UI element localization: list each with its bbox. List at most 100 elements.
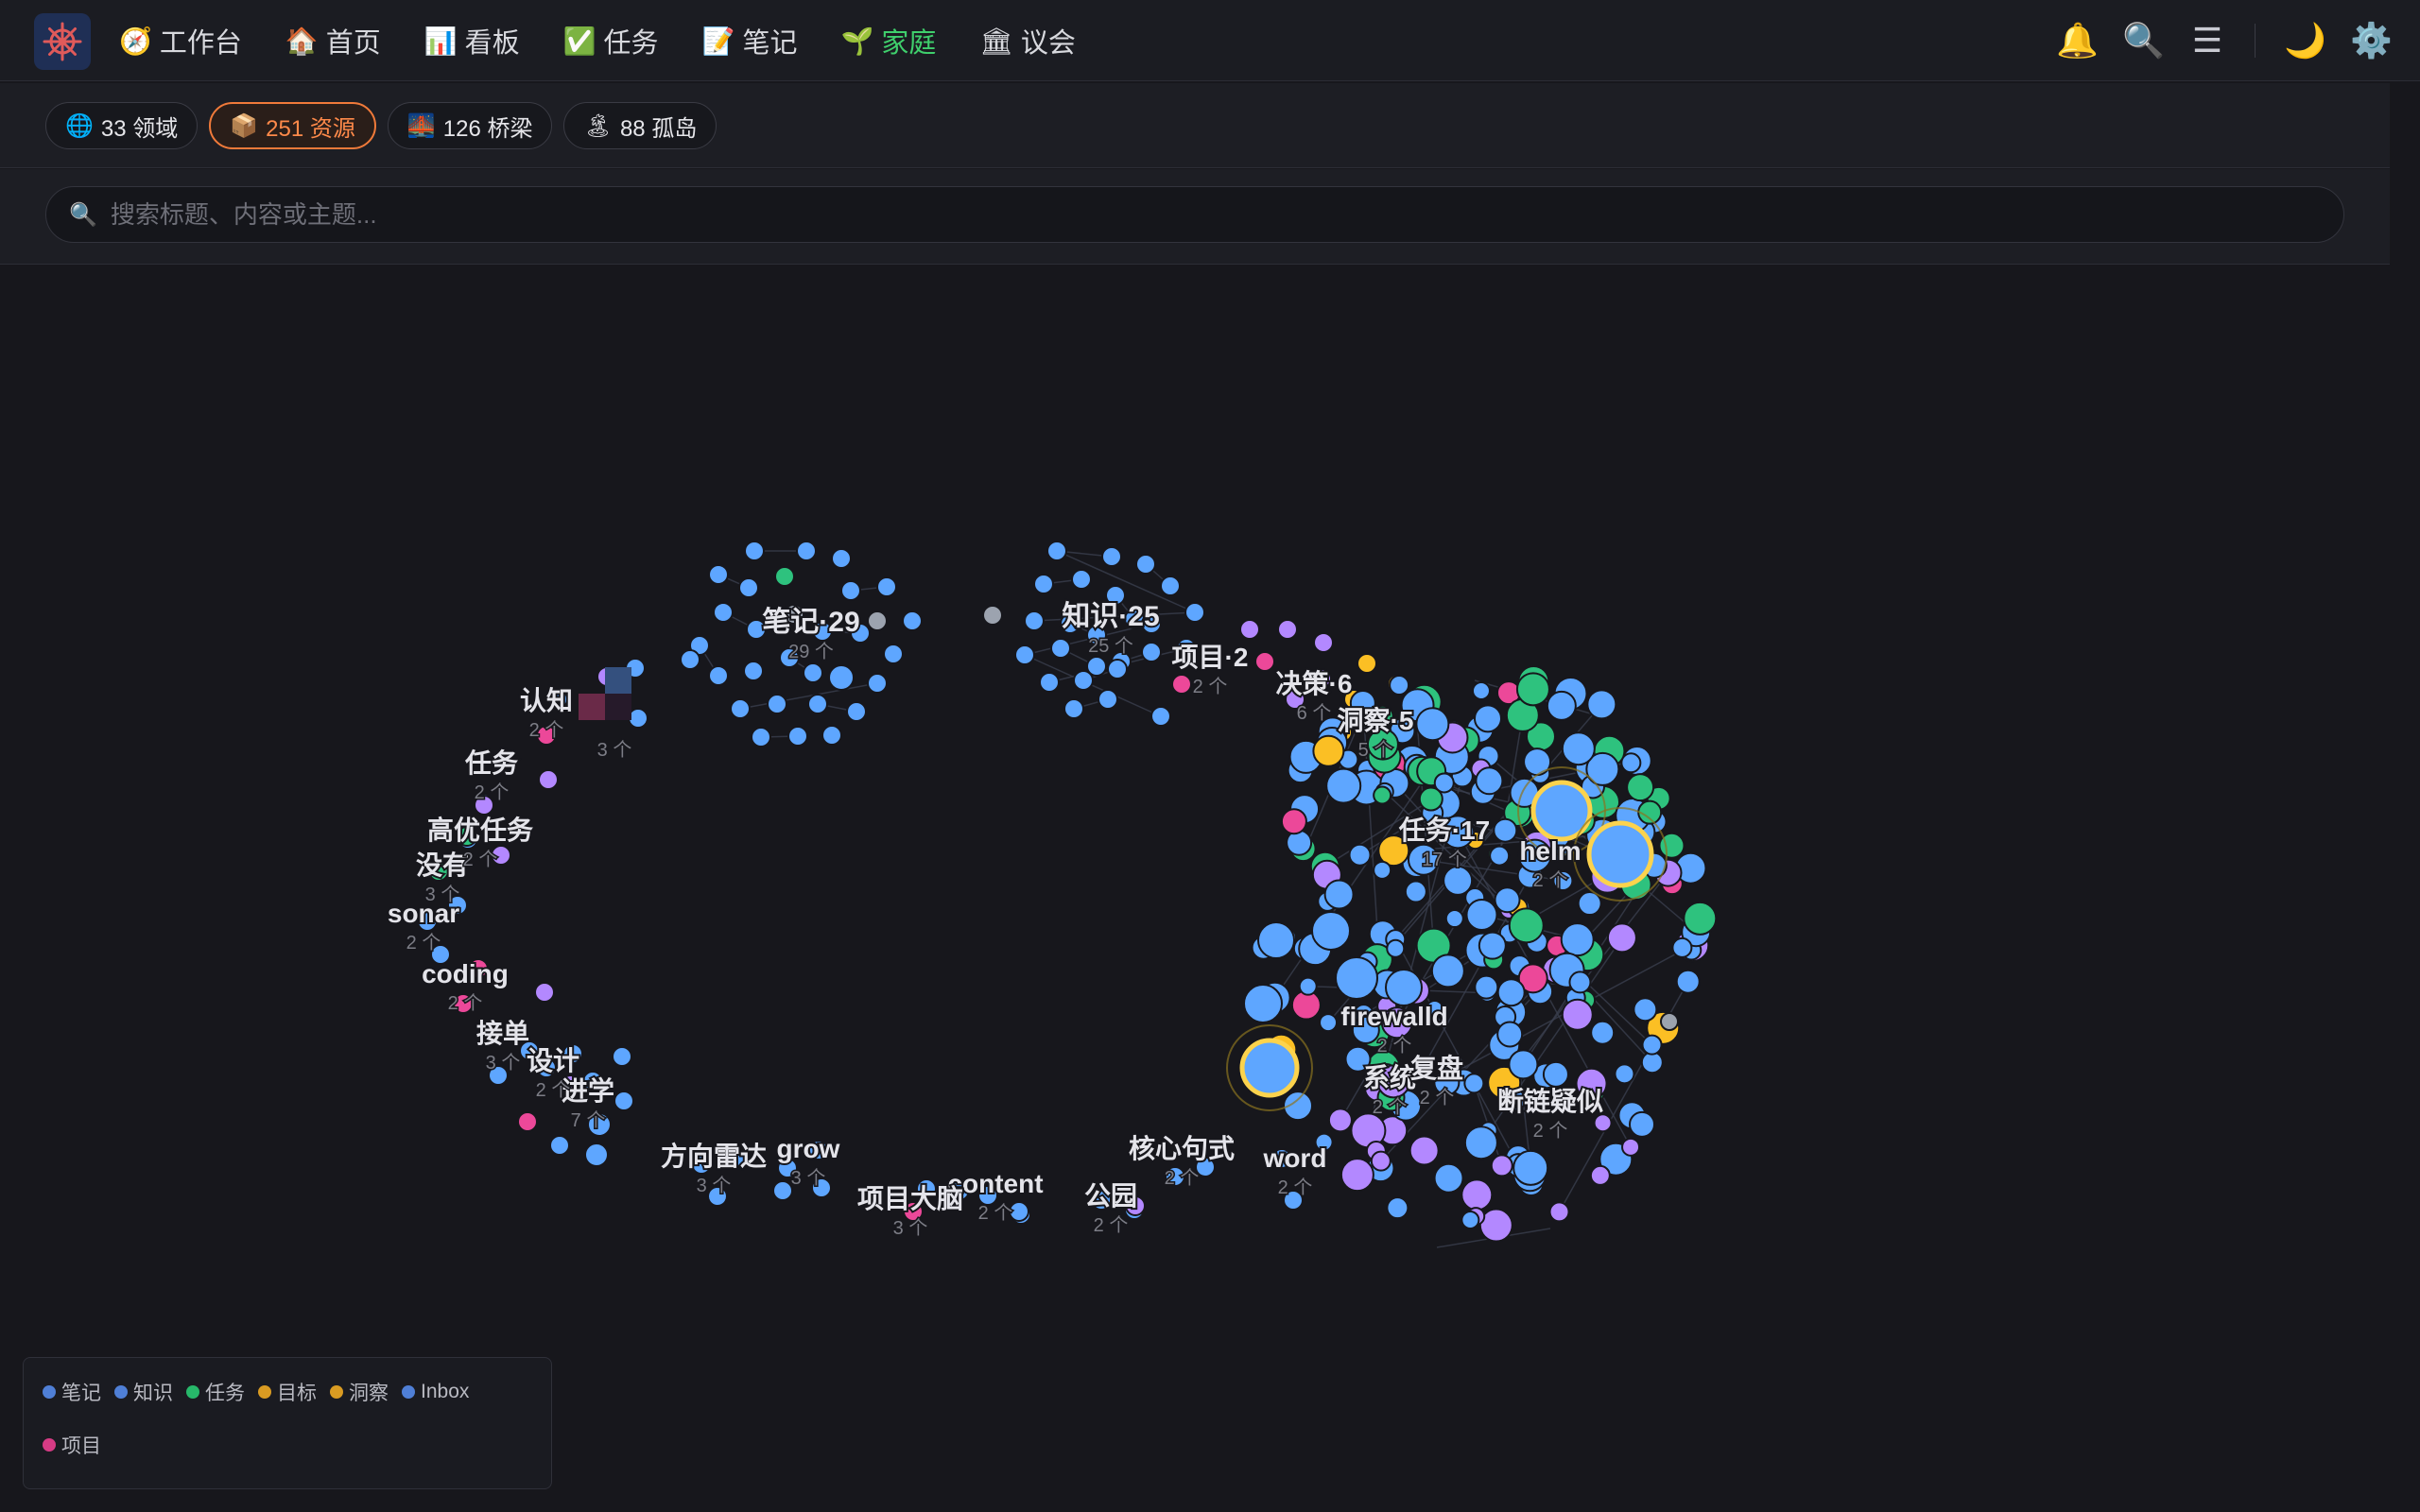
graph-node[interactable] (767, 694, 787, 714)
graph-node[interactable] (1311, 911, 1351, 951)
graph-node[interactable] (1063, 698, 1084, 719)
graph-node[interactable] (1277, 619, 1298, 640)
graph-node[interactable] (1373, 860, 1392, 880)
search-box[interactable]: 🔍 (45, 186, 2344, 243)
graph-node[interactable] (1141, 642, 1162, 662)
graph-node[interactable] (1641, 1034, 1663, 1056)
graph-node[interactable] (1490, 1154, 1513, 1177)
graph-node[interactable] (730, 698, 751, 719)
graph-node[interactable] (614, 1091, 634, 1111)
graph-node[interactable] (1494, 886, 1521, 914)
graph-node[interactable] (1660, 1012, 1679, 1031)
graph-node[interactable] (534, 982, 555, 1003)
graph-node[interactable] (1046, 541, 1067, 561)
graph-node[interactable] (1593, 1113, 1613, 1133)
graph-node[interactable] (1542, 1060, 1569, 1088)
nav-tasks[interactable]: ✅ 任务 (563, 21, 659, 60)
graph-node[interactable] (1560, 922, 1595, 957)
graph-node[interactable] (1386, 938, 1406, 958)
graph-node[interactable] (1478, 931, 1507, 960)
graph-node[interactable] (1561, 731, 1596, 766)
graph-node[interactable] (1135, 554, 1156, 575)
graph-node[interactable] (1444, 909, 1464, 929)
graph-node[interactable] (1586, 820, 1654, 888)
graph-node[interactable] (1409, 1135, 1440, 1166)
graph-node[interactable] (1254, 651, 1275, 672)
graph-node[interactable] (1590, 1020, 1616, 1045)
nav-council[interactable]: 🏛 议会 (979, 21, 1076, 60)
graph-node[interactable] (1101, 546, 1122, 567)
graph-node[interactable] (828, 664, 855, 691)
graph-node[interactable] (1463, 1073, 1485, 1094)
graph-node[interactable] (1370, 1150, 1392, 1172)
graph-node[interactable] (1239, 619, 1260, 640)
graph-node[interactable] (1039, 672, 1060, 693)
graph-node[interactable] (1024, 610, 1045, 631)
nav-workbench[interactable]: 🧭 工作台 (119, 21, 242, 60)
graph-node[interactable] (1348, 843, 1372, 867)
graph-node[interactable] (1098, 689, 1118, 710)
graph-node[interactable] (680, 649, 700, 670)
graph-node[interactable] (1357, 653, 1377, 674)
graph-node[interactable] (713, 602, 734, 623)
graph-node[interactable] (831, 548, 852, 569)
nav-notes[interactable]: 📝 笔记 (702, 21, 798, 60)
graph-node[interactable] (1633, 997, 1658, 1022)
graph-node[interactable] (738, 577, 759, 598)
graph-node[interactable] (867, 673, 888, 694)
graph-node[interactable] (803, 662, 823, 683)
graph-node[interactable] (1675, 969, 1701, 994)
graph-node[interactable] (1323, 879, 1355, 910)
graph-node[interactable] (1404, 880, 1427, 903)
knowledge-graph-canvas[interactable]: 笔记·2929 个知识·2525 个项目·22 个决策·66 个洞察·55 个任… (0, 266, 2390, 1512)
graph-node[interactable] (821, 725, 842, 746)
graph-node[interactable] (1415, 707, 1450, 742)
graph-node[interactable] (538, 769, 559, 790)
graph-node[interactable] (1033, 574, 1054, 594)
nav-board[interactable]: 📊 看板 (424, 21, 520, 60)
bell-icon[interactable]: 🔔 (2056, 21, 2099, 60)
graph-node[interactable] (1160, 576, 1181, 596)
graph-node[interactable] (751, 727, 771, 747)
graph-node[interactable] (1325, 767, 1362, 804)
graph-node[interactable] (1496, 978, 1526, 1007)
graph-node[interactable] (1073, 670, 1094, 691)
graph-node[interactable] (902, 610, 923, 631)
graph-node[interactable] (1589, 1164, 1611, 1186)
stat-chip-resources[interactable]: 📦 251 资源 (209, 102, 376, 149)
graph-node[interactable] (1312, 734, 1345, 767)
graph-node[interactable] (1568, 971, 1592, 994)
graph-node[interactable] (1107, 659, 1128, 679)
graph-node[interactable] (1489, 845, 1511, 867)
graph-node[interactable] (1671, 936, 1693, 958)
graph-node[interactable] (1461, 1210, 1480, 1229)
graph-node[interactable] (1508, 1049, 1539, 1080)
graph-node[interactable] (1319, 1013, 1339, 1033)
graph-node[interactable] (772, 1180, 793, 1201)
graph-node[interactable] (774, 566, 795, 587)
graph-node[interactable] (708, 564, 729, 585)
graph-node[interactable] (840, 580, 861, 601)
graph-node[interactable] (1461, 1178, 1494, 1211)
graph-node[interactable] (1465, 899, 1498, 932)
graph-node[interactable] (1621, 1137, 1641, 1157)
graph-node[interactable] (1257, 921, 1295, 959)
graph-node[interactable] (1463, 1125, 1498, 1160)
graph-node[interactable] (1150, 706, 1171, 727)
nav-home[interactable]: 🏠 首页 (285, 21, 381, 60)
graph-node[interactable] (1014, 644, 1035, 665)
graph-node[interactable] (1386, 1196, 1409, 1220)
graph-node[interactable] (1546, 690, 1577, 721)
graph-node[interactable] (982, 605, 1003, 626)
graph-node[interactable] (1050, 638, 1071, 659)
stat-chip-domains[interactable]: 🌐 33 领域 (45, 102, 199, 149)
graph-node[interactable] (1313, 632, 1334, 653)
graph-node[interactable] (1561, 998, 1594, 1031)
graph-node[interactable] (744, 541, 765, 561)
graph-node[interactable] (1473, 704, 1502, 733)
gear-icon[interactable]: ⚙️ (2350, 21, 2393, 60)
graph-node[interactable] (1496, 1021, 1524, 1048)
graph-node[interactable] (1327, 1108, 1353, 1133)
graph-node[interactable] (1239, 1038, 1300, 1098)
graph-node[interactable] (1171, 674, 1192, 695)
